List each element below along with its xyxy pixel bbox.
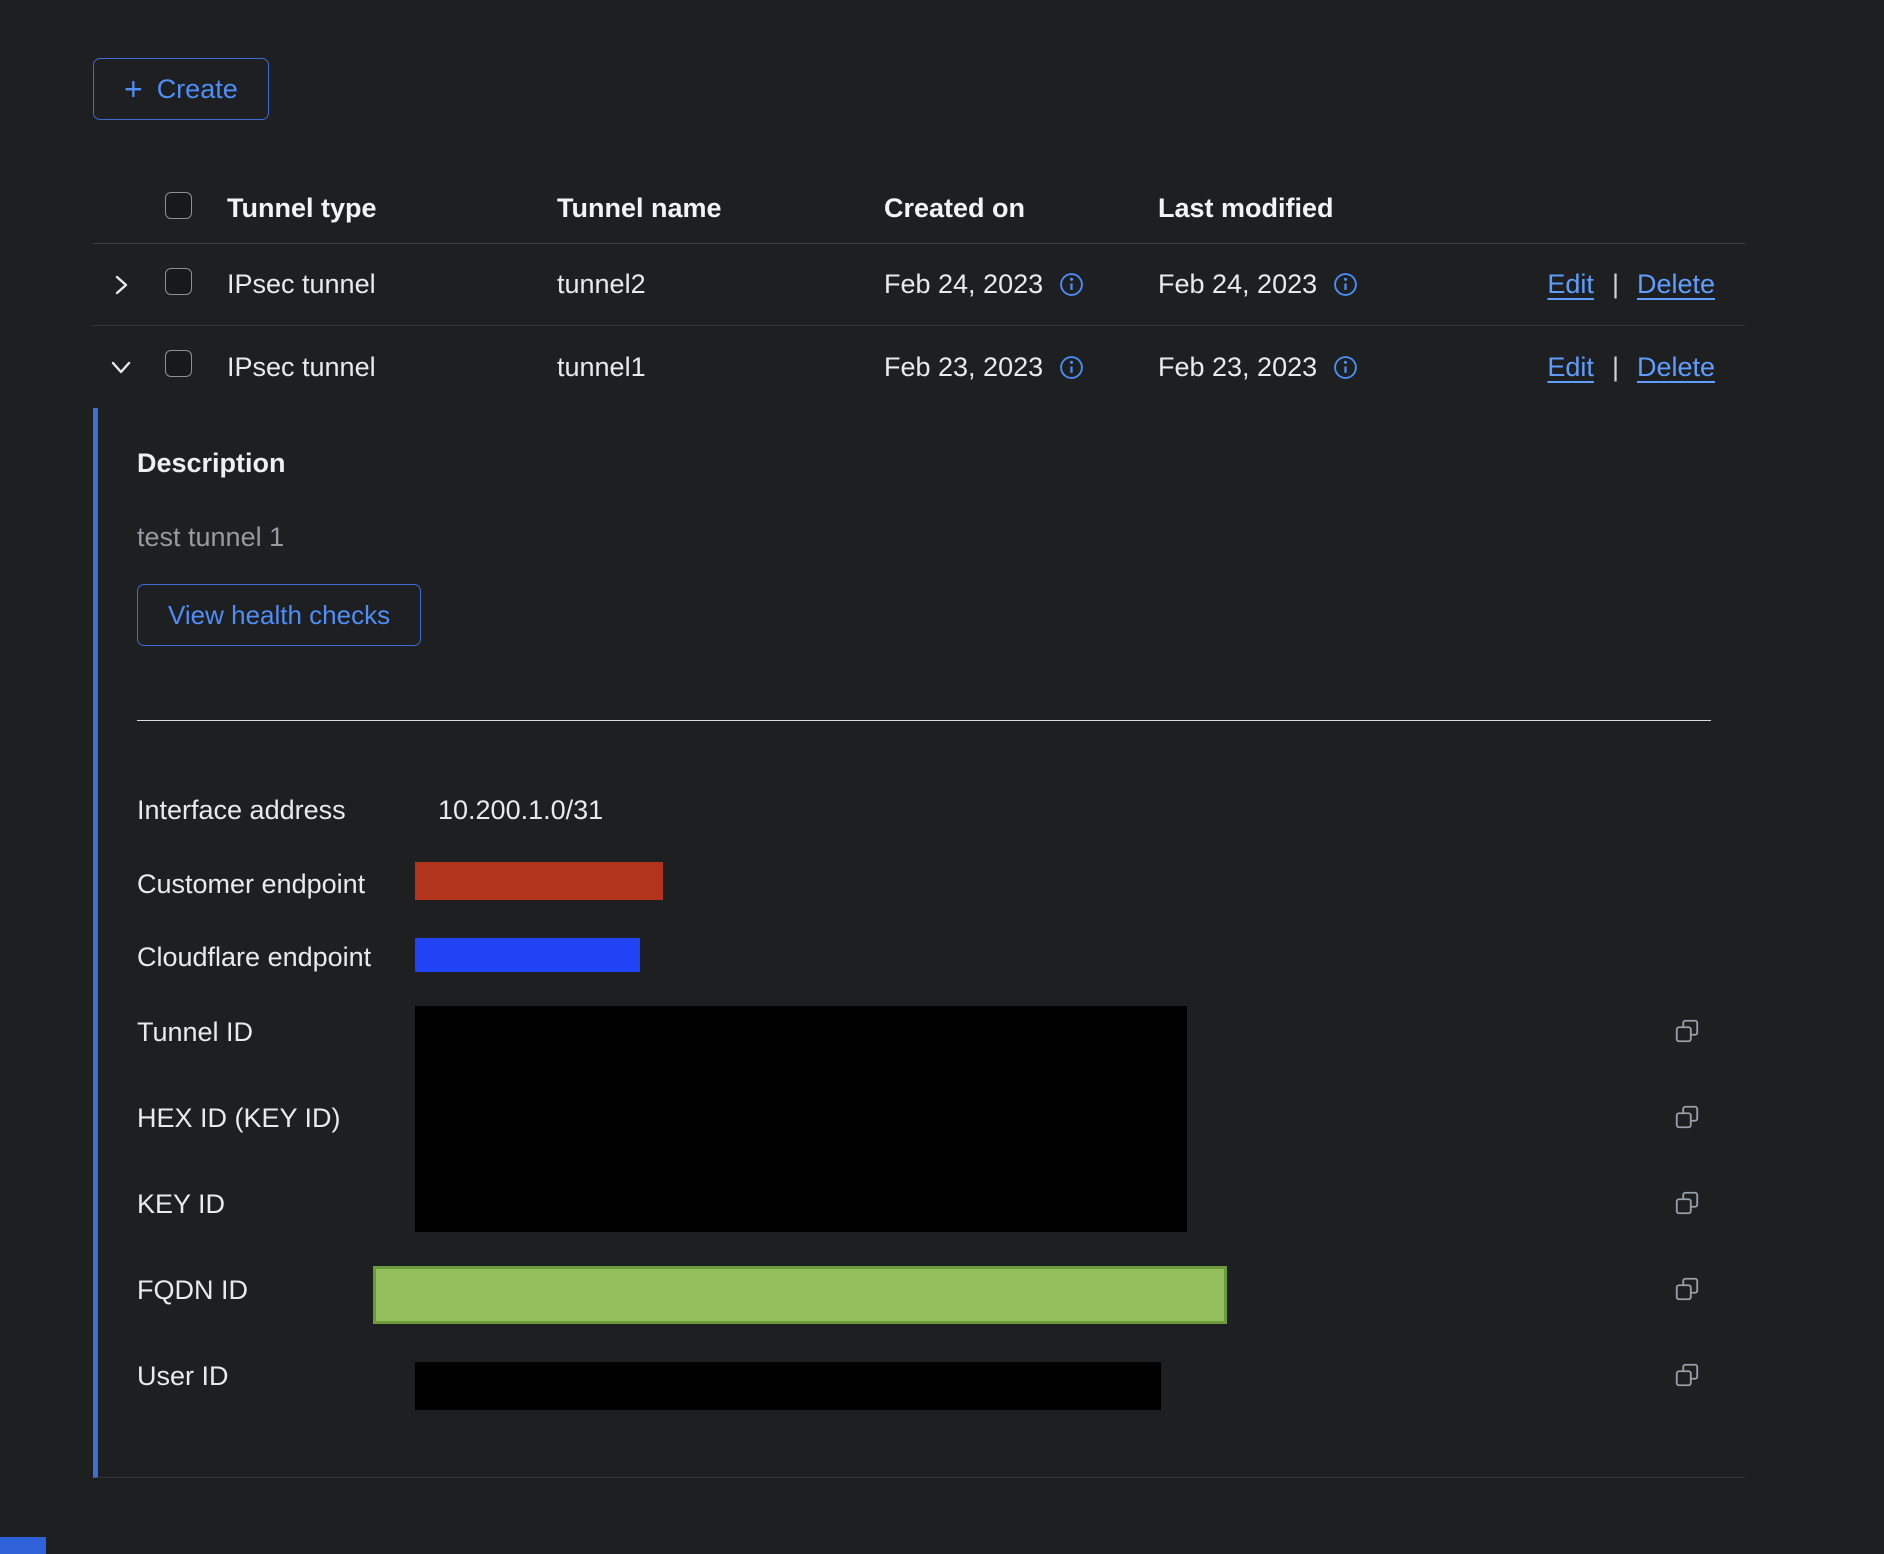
edit-link[interactable]: Edit <box>1547 352 1594 383</box>
cloudflare-endpoint-label: Cloudflare endpoint <box>137 942 371 972</box>
user-id-redacted-value <box>415 1362 1161 1410</box>
description-label: Description <box>137 448 1745 478</box>
copy-icon <box>1673 1275 1701 1303</box>
tunnel-name-cell: tunnel2 <box>557 269 884 300</box>
table-row: IPsec tunnel tunnel2 Feb 24, 2023 Feb 24… <box>93 244 1745 326</box>
plus-icon: + <box>124 73 143 105</box>
horizontal-scrollbar-thumb[interactable] <box>0 1537 46 1554</box>
tunnels-table: Tunnel type Tunnel name Created on Last … <box>93 174 1745 1478</box>
copy-icon <box>1673 1189 1701 1217</box>
created-on-cell: Feb 24, 2023 <box>884 269 1043 300</box>
tunnel-fields: Interface address Customer endpoint Clou… <box>137 721 1745 1477</box>
chevron-right-icon <box>109 273 133 297</box>
chevron-down-icon <box>109 355 133 379</box>
view-health-checks-button[interactable]: View health checks <box>137 584 421 646</box>
copy-key-id-button[interactable] <box>1670 1186 1704 1220</box>
tunnel-name-cell: tunnel1 <box>557 352 884 383</box>
delete-link[interactable]: Delete <box>1637 352 1715 383</box>
tunnel-id-label: Tunnel ID <box>137 1017 253 1047</box>
customer-endpoint-redacted-value <box>415 862 663 900</box>
tunnel-id-redacted-value <box>415 1006 1187 1232</box>
hex-id-label: HEX ID (KEY ID) <box>137 1103 341 1133</box>
header-tunnel-type: Tunnel type <box>227 193 557 224</box>
copy-icon <box>1673 1103 1701 1131</box>
info-icon[interactable] <box>1333 272 1358 297</box>
tunnel-detail-panel: Description test tunnel 1 View health ch… <box>93 408 1745 1478</box>
create-button[interactable]: + Create <box>93 58 269 120</box>
tunnel-type-cell: IPsec tunnel <box>227 352 557 383</box>
user-id-label: User ID <box>137 1361 229 1391</box>
fqdn-id-label: FQDN ID <box>137 1275 248 1305</box>
action-separator: | <box>1612 269 1619 300</box>
copy-user-id-button[interactable] <box>1670 1358 1704 1392</box>
create-button-label: Create <box>157 74 238 105</box>
row-checkbox[interactable] <box>165 268 192 295</box>
last-modified-cell: Feb 24, 2023 <box>1158 269 1317 300</box>
description-value: test tunnel 1 <box>137 522 1745 552</box>
copy-hex-id-button[interactable] <box>1670 1100 1704 1134</box>
copy-tunnel-id-button[interactable] <box>1670 1014 1704 1048</box>
created-on-cell: Feb 23, 2023 <box>884 352 1043 383</box>
expand-row-button[interactable] <box>99 263 143 307</box>
edit-link[interactable]: Edit <box>1547 269 1594 300</box>
header-created-on: Created on <box>884 193 1158 224</box>
interface-address-value: 10.200.1.0/31 <box>438 795 603 825</box>
tunnel-type-cell: IPsec tunnel <box>227 269 557 300</box>
table-header-row: Tunnel type Tunnel name Created on Last … <box>93 174 1745 244</box>
delete-link[interactable]: Delete <box>1637 269 1715 300</box>
info-icon[interactable] <box>1059 355 1084 380</box>
row-checkbox[interactable] <box>165 350 192 377</box>
header-tunnel-name: Tunnel name <box>557 193 884 224</box>
info-icon[interactable] <box>1059 272 1084 297</box>
action-separator: | <box>1612 352 1619 383</box>
interface-address-label: Interface address <box>137 795 346 825</box>
copy-fqdn-id-button[interactable] <box>1670 1272 1704 1306</box>
info-icon[interactable] <box>1333 355 1358 380</box>
collapse-row-button[interactable] <box>99 345 143 389</box>
customer-endpoint-label: Customer endpoint <box>137 869 365 899</box>
copy-icon <box>1673 1017 1701 1045</box>
key-id-label: KEY ID <box>137 1189 225 1219</box>
table-row: IPsec tunnel tunnel1 Feb 23, 2023 Feb 23… <box>93 326 1745 408</box>
select-all-checkbox[interactable] <box>165 192 192 219</box>
fqdn-id-redacted-value <box>373 1266 1227 1324</box>
cloudflare-endpoint-redacted-value <box>415 938 640 972</box>
last-modified-cell: Feb 23, 2023 <box>1158 352 1317 383</box>
header-last-modified: Last modified <box>1158 193 1538 224</box>
copy-icon <box>1673 1361 1701 1389</box>
